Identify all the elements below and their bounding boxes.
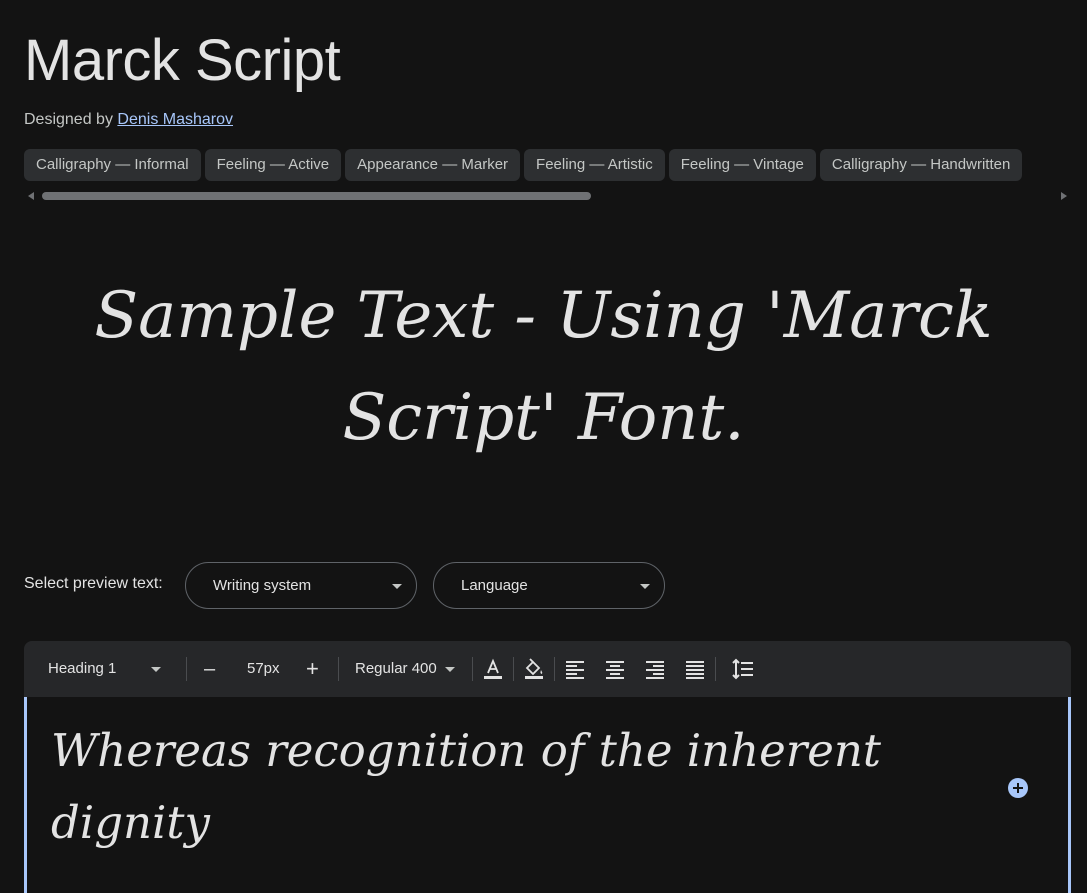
tag-chip[interactable]: Feeling — Vintage [668,149,816,181]
align-center-icon[interactable] [603,657,627,681]
highlight-color-icon[interactable] [522,657,546,681]
decrease-size-button[interactable]: – [204,641,215,697]
sample-text: Sample Text - Using 'Marck Script' Font. [94,279,993,455]
toolbar-divider [186,657,187,681]
align-right-icon[interactable] [643,657,667,681]
designer-link[interactable]: Denis Masharov [117,111,233,128]
tag-chip[interactable]: Calligraphy — Informal [24,149,201,181]
designer-credit: Designed by Denis Masharov [24,111,233,129]
align-left-icon[interactable] [563,657,587,681]
editable-preview[interactable]: Whereas recognition of the inherent dign… [24,697,1071,893]
toolbar-divider [554,657,555,681]
dropdown-arrow-icon [445,667,455,672]
tag-list: Calligraphy — Informal Feeling — Active Ap… [24,149,1063,182]
scroll-left-arrow-icon[interactable] [28,192,34,200]
writing-system-select[interactable]: Writing system [185,562,417,609]
scroll-thumb[interactable] [42,192,591,200]
font-weight-value: Regular 400 [355,660,437,677]
toolbar-divider [338,657,339,681]
preview-editor-text[interactable]: Whereas recognition of the inherent dign… [51,715,951,859]
text-style-select[interactable]: Heading 1 [48,641,168,697]
toolbar-divider [715,657,716,681]
tag-chip[interactable]: Appearance — Marker [345,149,521,181]
tag-chip[interactable]: Feeling — Active [204,149,342,181]
dropdown-arrow-icon [151,667,161,672]
toolbar-divider [472,657,473,681]
font-weight-select[interactable]: Regular 400 [355,641,460,697]
tag-chip[interactable]: Calligraphy — Handwritten [819,149,1023,181]
align-justify-icon[interactable] [683,657,707,681]
toolbar-divider [513,657,514,681]
font-size-value[interactable]: 57px [247,641,280,697]
add-icon[interactable] [1008,778,1028,798]
tag-chip[interactable]: Feeling — Artistic [524,149,665,181]
font-specimen-page: Marck Script Designed by Denis Masharov … [0,0,1087,893]
language-value: Language [461,577,528,594]
scroll-right-arrow-icon[interactable] [1061,192,1067,200]
increase-size-button[interactable]: + [306,641,319,697]
dropdown-arrow-icon [640,584,650,589]
text-style-value: Heading 1 [48,660,117,677]
dropdown-arrow-icon [392,584,402,589]
text-color-icon[interactable] [481,657,505,681]
font-title: Marck Script [24,28,341,93]
language-select[interactable]: Language [433,562,665,609]
designed-by-label: Designed by [24,111,113,128]
writing-system-value: Writing system [213,577,312,594]
editor-toolbar: Heading 1 – 57px + Regular 400 [24,641,1071,697]
line-height-icon[interactable] [731,657,755,681]
tag-scrollbar[interactable] [24,189,1071,203]
preview-text-label: Select preview text: [24,575,163,592]
